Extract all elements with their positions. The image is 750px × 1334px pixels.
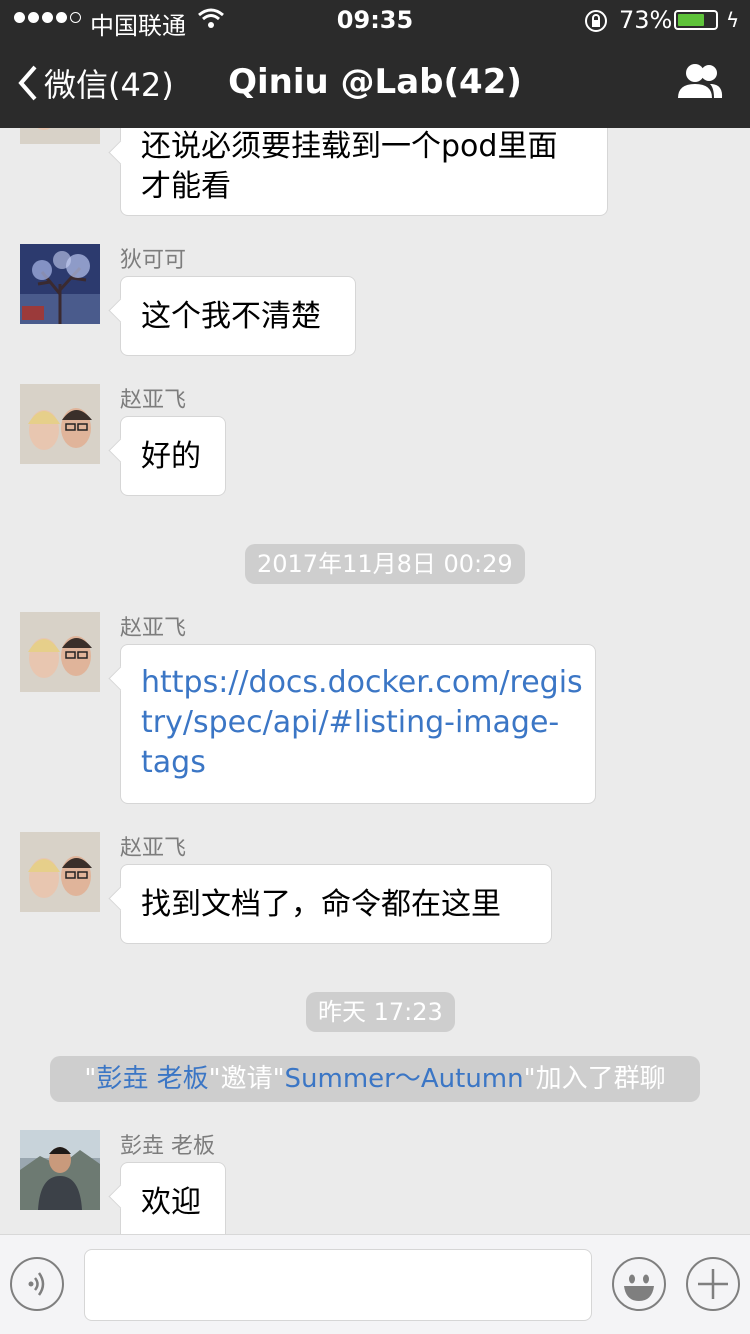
plus-icon bbox=[698, 1269, 728, 1299]
nav-bar: 微信(42) Qiniu @Lab(42) bbox=[0, 40, 750, 128]
message-link[interactable]: try/spec/api/#listing-image- bbox=[141, 703, 575, 743]
sender-name: 彭垚 老板 bbox=[120, 1134, 215, 1159]
message-bubble[interactable]: 这个我不清楚 bbox=[120, 276, 356, 356]
message-bubble[interactable]: https://docs.docker.com/regis try/spec/a… bbox=[120, 644, 596, 804]
battery-icon bbox=[674, 10, 718, 30]
avatar[interactable] bbox=[20, 612, 100, 692]
avatar[interactable] bbox=[20, 128, 100, 144]
timestamp: 昨天 17:23 bbox=[306, 992, 455, 1032]
sender-name: 赵亚飞 bbox=[120, 388, 187, 413]
chat-title: Qiniu @Lab(42) bbox=[228, 62, 522, 102]
emoji-icon bbox=[624, 1274, 654, 1301]
message-bubble[interactable]: 欢迎 bbox=[120, 1162, 226, 1234]
avatar[interactable] bbox=[20, 832, 100, 912]
message-text: 这个我不清楚 bbox=[141, 299, 321, 334]
more-button[interactable] bbox=[686, 1257, 740, 1311]
message-text: 欢迎 bbox=[141, 1185, 201, 1220]
input-bar bbox=[0, 1234, 750, 1334]
inviter-link[interactable]: 彭垚 老板 bbox=[96, 1064, 208, 1094]
battery-percent: 73% bbox=[619, 6, 673, 34]
status-bar: 中国联通 09:35 73% ϟ bbox=[0, 0, 750, 40]
message-link[interactable]: https://docs.docker.com/regis bbox=[141, 663, 583, 703]
voice-button[interactable] bbox=[10, 1257, 64, 1311]
voice-icon bbox=[28, 1272, 45, 1296]
message-text: 找到文档了，命令都在这里 bbox=[141, 887, 501, 922]
message-link[interactable]: tags bbox=[141, 743, 575, 783]
avatar[interactable] bbox=[20, 384, 100, 464]
message-text: 好的 bbox=[141, 439, 201, 474]
message-bubble[interactable]: 好的 bbox=[120, 416, 226, 496]
message-text: 才能看 bbox=[141, 169, 231, 204]
message-text: 还说必须要挂载到一个pod里面 bbox=[141, 129, 558, 164]
avatar[interactable] bbox=[20, 1130, 100, 1210]
timestamp: 2017年11月8日 00:29 bbox=[245, 544, 525, 584]
avatar[interactable] bbox=[20, 244, 100, 324]
sender-name: 赵亚飞 bbox=[120, 616, 187, 641]
system-message: "彭垚 老板"邀请"Summer～Autumn"加入了群聊 bbox=[50, 1056, 700, 1102]
sender-name: 赵亚飞 bbox=[120, 836, 187, 861]
invitee-link[interactable]: Summer～Autumn bbox=[285, 1064, 524, 1094]
emoji-button[interactable] bbox=[612, 1257, 666, 1311]
group-people-icon[interactable] bbox=[676, 62, 724, 106]
charging-bolt-icon: ϟ bbox=[726, 8, 740, 32]
message-bubble[interactable]: 找到文档了，命令都在这里 bbox=[120, 864, 552, 944]
sender-name: 狄可可 bbox=[120, 248, 187, 273]
lock-rotation-icon bbox=[583, 8, 609, 40]
message-bubble[interactable]: 还说必须要挂载到一个pod里面 才能看 bbox=[120, 128, 608, 216]
message-input[interactable] bbox=[84, 1249, 592, 1321]
chat-area[interactable]: 还说必须要挂载到一个pod里面 才能看 狄可可 这个我不清楚 赵亚飞 好的 20… bbox=[0, 128, 750, 1234]
